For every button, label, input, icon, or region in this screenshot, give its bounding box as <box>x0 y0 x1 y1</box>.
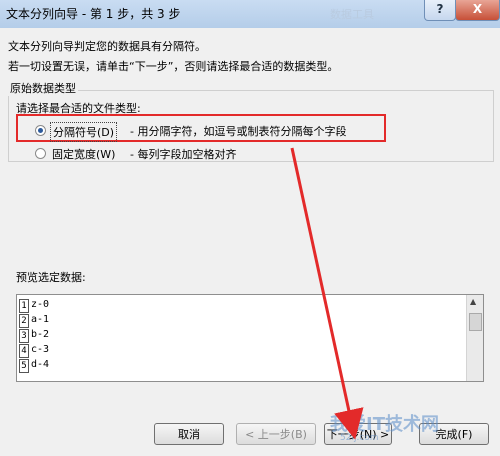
annotation-arrow <box>290 147 364 440</box>
